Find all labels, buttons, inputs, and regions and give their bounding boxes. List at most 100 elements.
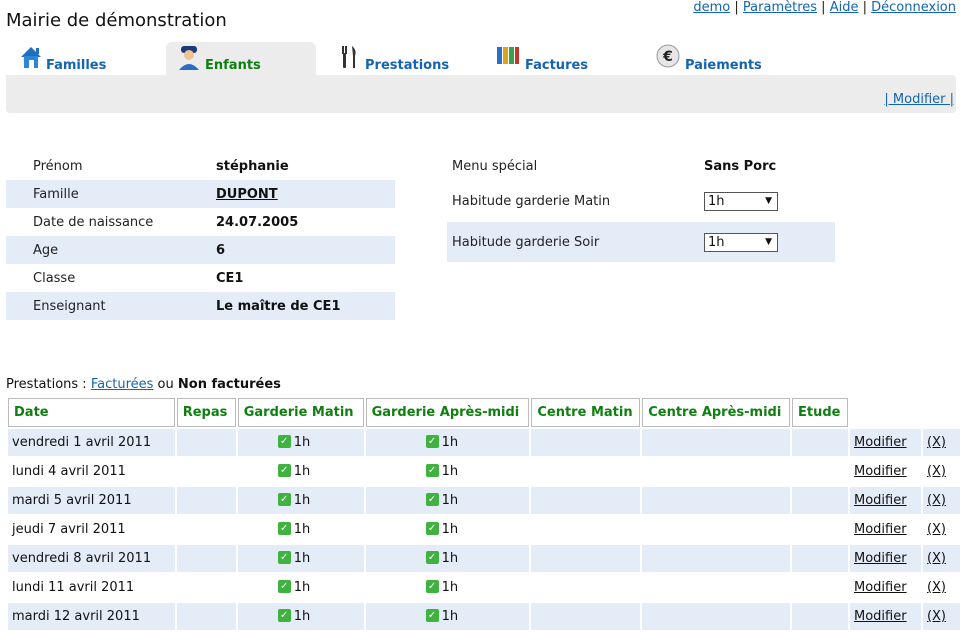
select-value: 1h (708, 234, 725, 250)
modify-row-link[interactable]: Modifier (854, 580, 907, 595)
caption-prefix: Prestations : (6, 377, 87, 392)
info-value: CE1 (216, 270, 244, 286)
modify-row-link[interactable]: Modifier (854, 551, 907, 566)
table-row: mardi 12 avril 2011 ✓ 1h ✓ 1h Modifier (X) (8, 603, 960, 630)
tab-label: Enfants (205, 58, 261, 73)
check-icon: ✓ (425, 522, 439, 535)
modify-row-link[interactable]: Modifier (854, 609, 907, 624)
modify-row-link[interactable]: Modifier (854, 522, 907, 537)
garderie-apres-midi-cell: ✓ 1h (365, 487, 530, 514)
info-value: 24.07.2005 (216, 214, 299, 230)
help-link[interactable]: Aide (830, 0, 859, 15)
modify-row-link[interactable]: Modifier (854, 464, 907, 479)
delete-row-link[interactable]: (X) (927, 551, 946, 566)
date-cell: mardi 5 avril 2011 (8, 487, 175, 514)
delete-row-link[interactable]: (X) (927, 464, 946, 479)
delete-row-link[interactable]: (X) (927, 493, 946, 508)
tab-paiements[interactable]: € Paiements (656, 42, 796, 75)
check-icon: ✓ (277, 464, 291, 477)
binders-icon (496, 44, 520, 70)
info-value: 6 (216, 236, 395, 264)
table-row: vendredi 8 avril 2011 ✓ 1h ✓ 1h Modifier (… (8, 545, 960, 572)
site-title: Mairie de démonstration (6, 10, 227, 31)
house-icon (18, 44, 44, 74)
column-header-centre-apres-midi[interactable]: Centre Après-midi (642, 398, 790, 427)
garderie-apres-midi-cell: ✓ 1h (366, 458, 530, 485)
table-row: vendredi 1 avril 2011 ✓ 1h ✓ 1h Modifier (… (8, 429, 960, 456)
info-row: Age 6 (6, 236, 395, 264)
modify-row-link[interactable]: Modifier (854, 493, 907, 508)
delete-row-link[interactable]: (X) (927, 580, 946, 595)
main-tabs: Familles Enfants Prestations Factures € … (6, 42, 956, 75)
tab-enfants[interactable]: Enfants (166, 42, 316, 75)
column-header-garderie-apres-midi[interactable]: Garderie Après-midi (365, 398, 530, 427)
garderie-matin-cell: ✓ 1h (238, 516, 364, 543)
column-header-garderie-matin[interactable]: Garderie Matin (237, 398, 364, 427)
modify-row-link[interactable]: Modifier (854, 435, 907, 450)
tab-label: Familles (46, 58, 107, 73)
tab-prestations[interactable]: Prestations (336, 42, 476, 75)
column-header-centre-matin[interactable]: Centre Matin (531, 398, 641, 427)
column-header-etude[interactable]: Etude (792, 398, 848, 427)
check-icon: ✓ (425, 580, 439, 593)
tab-label: Factures (525, 58, 589, 73)
habit-row: Menu spécial Sans Porc (447, 152, 835, 180)
child-icon (176, 44, 202, 74)
top-links: demo | Paramètres | Aide | Déconnexion (693, 0, 956, 15)
info-label: Date de naissance (33, 214, 154, 230)
info-label: Classe (33, 270, 76, 286)
date-cell: vendredi 1 avril 2011 (8, 429, 175, 456)
column-header-repas[interactable]: Repas (176, 398, 236, 427)
garderie-matin-cell: ✓ 1h (237, 487, 364, 514)
habits-table: Menu spécial Sans Porc Habitude garderie… (447, 152, 835, 262)
table-row: jeudi 7 avril 2011 ✓ 1h ✓ 1h Modifier (X) (8, 516, 960, 543)
table-row: lundi 11 avril 2011 ✓ 1h ✓ 1h Modifier (X) (8, 574, 960, 601)
settings-link[interactable]: Paramètres (743, 0, 817, 15)
date-cell: lundi 11 avril 2011 (12, 580, 135, 595)
select-value: 1h (708, 193, 725, 209)
date-cell: mardi 12 avril 2011 (8, 603, 175, 630)
evening-habit-select[interactable]: 1h ▼ (704, 232, 778, 252)
info-label: Age (33, 236, 216, 264)
delete-row-link[interactable]: (X) (927, 435, 946, 450)
garderie-matin-cell: ✓ 1h (238, 458, 364, 485)
cutlery-icon (338, 44, 360, 74)
delete-row-link[interactable]: (X) (927, 609, 946, 624)
invoiced-filter-link[interactable]: Facturées (91, 377, 154, 392)
info-row: Date de naissance 24.07.2005 (6, 208, 395, 236)
family-link[interactable]: DUPONT (216, 187, 278, 202)
garderie-apres-midi-cell: ✓ 1h (365, 603, 530, 630)
check-icon: ✓ (277, 580, 291, 593)
date-cell: lundi 4 avril 2011 (12, 464, 126, 479)
info-row: Enseignant Le maître de CE1 (6, 292, 395, 320)
tab-factures[interactable]: Factures (496, 42, 636, 75)
garderie-apres-midi-cell: ✓ 1h (365, 429, 530, 456)
delete-row-link[interactable]: (X) (927, 522, 946, 537)
user-link[interactable]: demo (693, 0, 730, 15)
separator: | (821, 0, 826, 15)
morning-habit-select[interactable]: 1h ▼ (704, 191, 778, 211)
info-label: Famille (33, 180, 216, 208)
check-icon: ✓ (425, 435, 439, 448)
tab-label: Prestations (365, 58, 450, 73)
garderie-apres-midi-cell: ✓ 1h (366, 574, 530, 601)
garderie-matin-cell: ✓ 1h (237, 429, 364, 456)
check-icon: ✓ (425, 464, 439, 477)
caption-or: ou (157, 377, 174, 392)
tab-toolbar: | Modifier | (6, 75, 956, 113)
column-header-date[interactable]: Date (8, 398, 175, 427)
habit-row: Habitude garderie Soir 1h ▼ (447, 222, 835, 262)
info-value: Le maître de CE1 (216, 292, 395, 320)
garderie-apres-midi-cell: ✓ 1h (366, 516, 530, 543)
check-icon: ✓ (277, 609, 291, 622)
logout-link[interactable]: Déconnexion (871, 0, 956, 15)
garderie-matin-cell: ✓ 1h (238, 574, 364, 601)
modify-child-link[interactable]: | Modifier | (884, 92, 954, 107)
menu-value: Sans Porc (704, 158, 777, 174)
garderie-matin-cell: ✓ 1h (237, 545, 364, 572)
tab-familles[interactable]: Familles (16, 42, 166, 75)
check-icon: ✓ (425, 493, 439, 506)
evening-habit-label: Habitude garderie Soir (452, 222, 704, 262)
info-label: Enseignant (33, 292, 216, 320)
header-row: Date Repas Garderie Matin Garderie Après… (8, 398, 960, 427)
